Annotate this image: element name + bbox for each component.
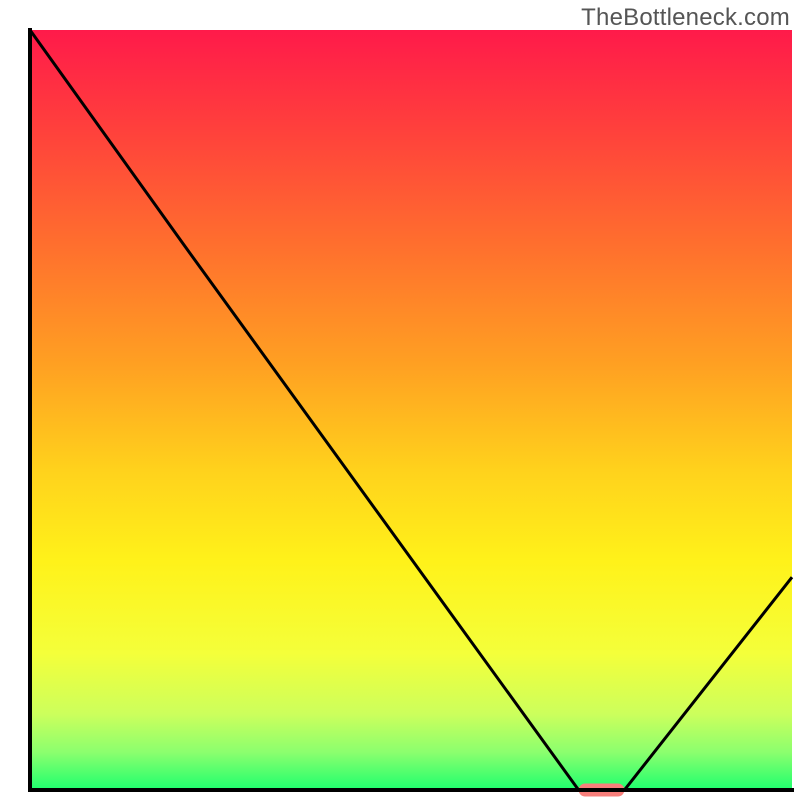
watermark-text: TheBottleneck.com [581, 4, 790, 32]
chart-container: { "watermark": "TheBottleneck.com", "cha… [0, 0, 800, 800]
bottleneck-chart [0, 0, 800, 800]
chart-background [30, 30, 792, 790]
